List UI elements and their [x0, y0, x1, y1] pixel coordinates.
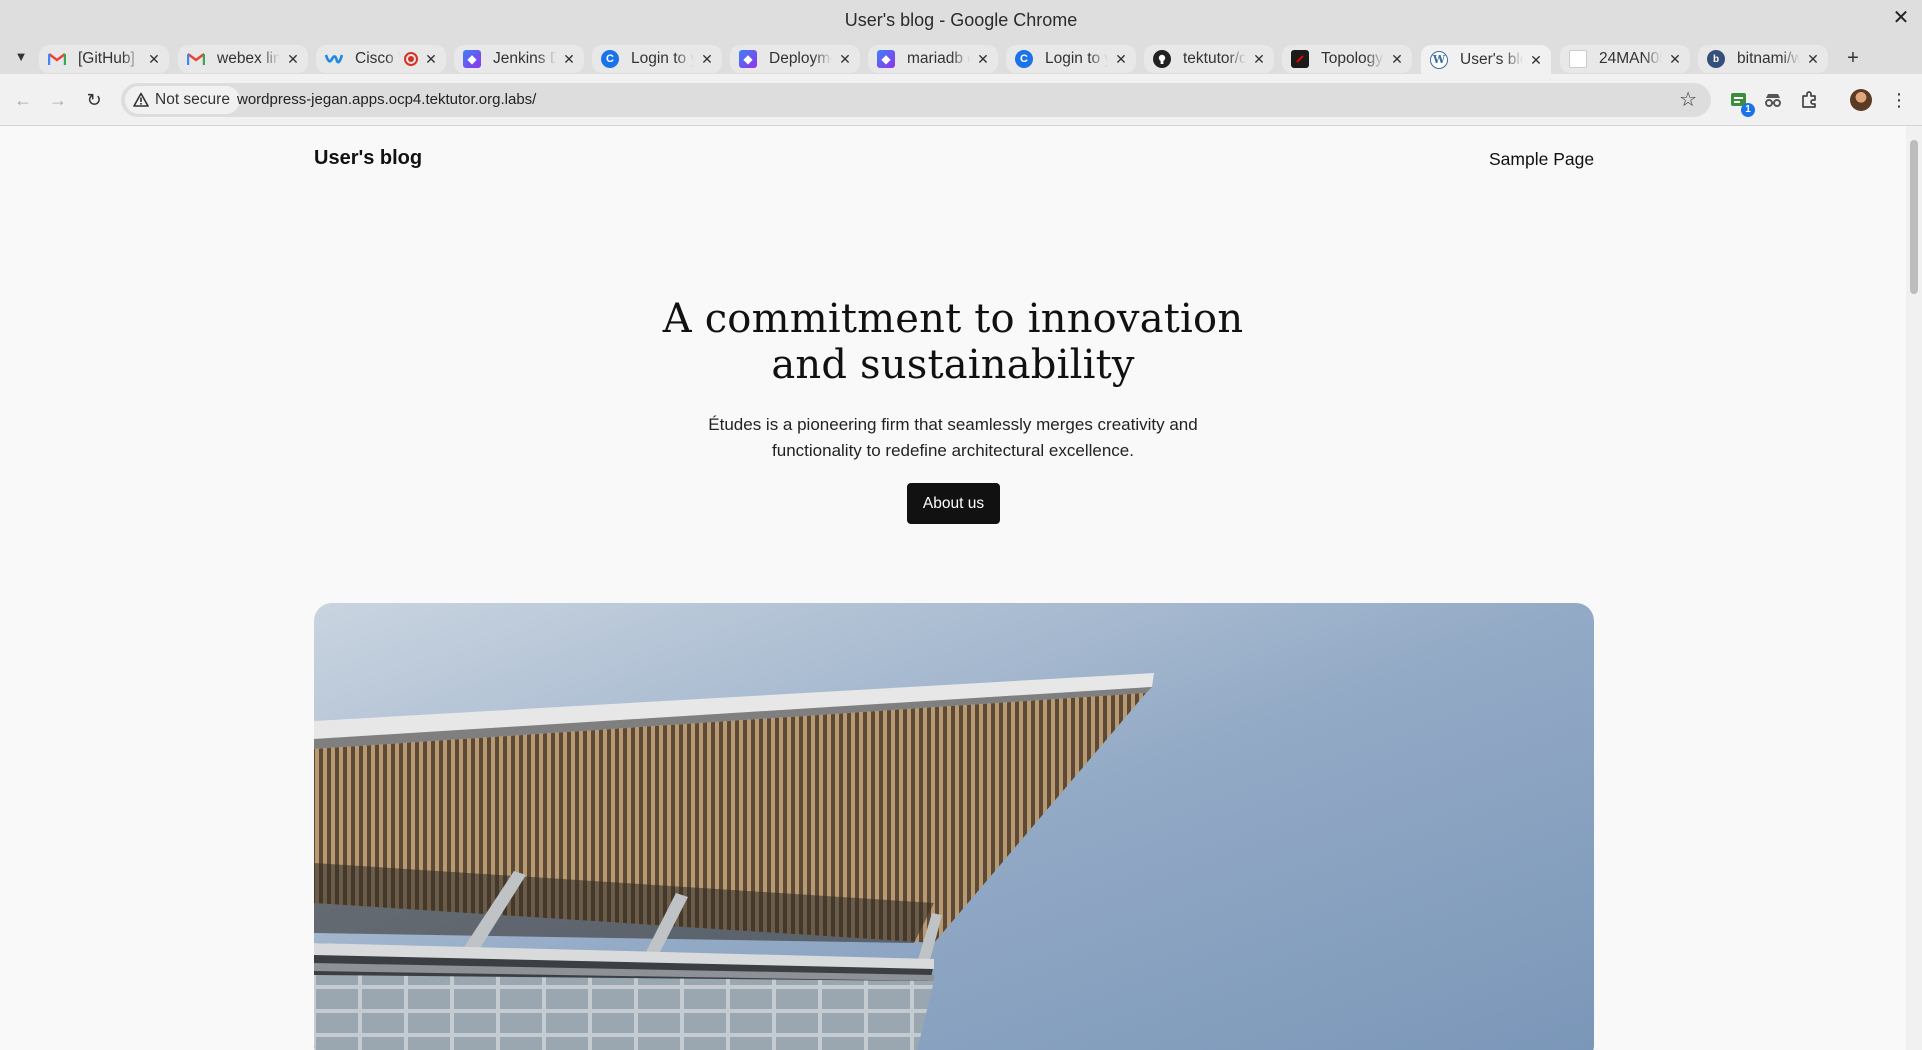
tab-label: Login to y	[631, 50, 694, 67]
tab-label: Deployme	[769, 50, 832, 67]
extension-badge: 1	[1741, 103, 1755, 117]
tab-label: [GitHub] F	[78, 50, 141, 67]
browser-toolbar: ← → ↻ Not secure wordpress-jegan.apps.oc…	[0, 74, 1922, 126]
gmail-icon	[187, 50, 205, 68]
wordpress-icon: W	[1430, 50, 1448, 69]
extension-icon[interactable]: 1	[1727, 88, 1755, 117]
mariadb-icon: ◆	[877, 50, 895, 68]
tab-label: 24MAN05	[1599, 50, 1662, 67]
hero-description-line: functionality to redefine architectural …	[772, 441, 1134, 460]
new-tab-plus-icon[interactable]: +	[1841, 47, 1865, 71]
window-close-icon[interactable]: ✕	[1890, 7, 1912, 29]
tab-close-icon[interactable]: ✕	[974, 50, 992, 68]
tab-close-icon[interactable]: ✕	[836, 50, 854, 68]
tab-label: webex link	[217, 50, 280, 67]
hero-building-image	[314, 603, 1594, 1050]
page-viewport: User's blog Sample Page A commitment to …	[0, 126, 1906, 1050]
tab-close-icon[interactable]: ✕	[1666, 50, 1684, 68]
forward-arrow-icon[interactable]: →	[45, 87, 71, 113]
tab-close-icon[interactable]: ✕	[422, 50, 440, 68]
nav-link-sample-page[interactable]: Sample Page	[1489, 149, 1594, 170]
jenkins-icon: ◆	[463, 50, 481, 68]
hero-heading-line: A commitment to innovation	[662, 296, 1244, 342]
window-titlebar: User's blog - Google Chrome ✕	[0, 0, 1922, 40]
tab-mariadb[interactable]: ◆ mariadb d ✕	[868, 45, 998, 73]
tab-close-icon[interactable]: ✕	[1804, 50, 1822, 68]
tab-jenkins[interactable]: ◆ Jenkins De ✕	[454, 45, 584, 73]
scrollbar-thumb[interactable]	[1910, 140, 1918, 294]
tab-bitnami[interactable]: b bitnami/w ✕	[1698, 45, 1828, 73]
bitnami-icon: b	[1707, 50, 1725, 68]
blank-page-icon	[1569, 50, 1587, 68]
tab-label: Topology	[1321, 50, 1384, 67]
tab-close-icon[interactable]: ✕	[145, 50, 163, 68]
tab-users-blog[interactable]: W User's blo ✕	[1421, 45, 1551, 74]
security-label: Not secure	[155, 91, 230, 108]
hero-heading-line: and sustainability	[771, 342, 1135, 388]
tab-close-icon[interactable]: ✕	[1527, 51, 1545, 69]
tab-github[interactable]: tektutor/o ✕	[1144, 45, 1274, 73]
tab-webex-mail[interactable]: webex link ✕	[178, 45, 308, 73]
openshift-icon: C	[601, 50, 619, 68]
tab-topology[interactable]: Topology ✕	[1282, 45, 1412, 73]
tab-close-icon[interactable]: ✕	[698, 50, 716, 68]
page-scrollbar[interactable]	[1906, 126, 1922, 1050]
tab-github-mail[interactable]: [GitHub] F ✕	[39, 45, 169, 73]
tab-label: Login to y	[1045, 50, 1108, 67]
tab-label: mariadb d	[907, 50, 970, 67]
hero-description-line: Études is a pioneering firm that seamles…	[708, 415, 1198, 434]
gmail-icon	[48, 50, 66, 68]
tab-label: tektutor/o	[1183, 50, 1246, 67]
tab-label: User's blo	[1460, 50, 1523, 68]
extensions-puzzle-icon[interactable]	[1797, 88, 1821, 112]
address-bar[interactable]: Not secure wordpress-jegan.apps.ocp4.tek…	[121, 83, 1711, 117]
hero-heading: A commitment to innovation and sustainab…	[553, 296, 1353, 388]
warning-triangle-icon	[133, 92, 149, 107]
tab-login-2[interactable]: C Login to y ✕	[1006, 45, 1136, 73]
avatar	[1850, 89, 1872, 111]
tab-close-icon[interactable]: ✕	[1250, 50, 1268, 68]
url-text[interactable]: wordpress-jegan.apps.ocp4.tektutor.org.l…	[237, 91, 536, 108]
about-us-button[interactable]: About us	[907, 483, 1000, 524]
tab-label: bitnami/w	[1737, 50, 1800, 67]
reload-icon[interactable]: ↻	[81, 87, 107, 113]
menu-kebab-icon[interactable]: ⋮	[1887, 88, 1911, 112]
incognito-glasses-icon[interactable]	[1761, 88, 1785, 112]
site-title[interactable]: User's blog	[314, 147, 422, 170]
topology-icon	[1291, 50, 1309, 68]
tab-strip: ▼ [GitHub] F ✕ webex link ✕ Cisco W ✕ ◆ …	[0, 40, 1922, 74]
recording-indicator-icon	[404, 52, 418, 66]
tab-close-icon[interactable]: ✕	[560, 50, 578, 68]
window-title: User's blog - Google Chrome	[844, 10, 1078, 30]
tab-label: Jenkins De	[493, 50, 556, 67]
tab-close-icon[interactable]: ✕	[1388, 50, 1406, 68]
tab-cisco-webex[interactable]: Cisco W ✕	[316, 45, 446, 73]
tab-deployment[interactable]: ◆ Deployme ✕	[730, 45, 860, 73]
tab-close-icon[interactable]: ✕	[284, 50, 302, 68]
webex-icon	[325, 50, 343, 68]
tab-label: Cisco W	[355, 50, 400, 67]
tab-close-icon[interactable]: ✕	[1112, 50, 1130, 68]
deployment-icon: ◆	[739, 50, 757, 68]
openshift-icon: C	[1015, 50, 1033, 68]
bookmark-star-icon[interactable]: ☆	[1679, 88, 1697, 112]
tab-search-chevron-icon[interactable]: ▼	[10, 46, 32, 68]
tab-login-1[interactable]: C Login to y ✕	[592, 45, 722, 73]
tab-24man05[interactable]: 24MAN05 ✕	[1560, 45, 1690, 73]
profile-avatar[interactable]	[1849, 88, 1873, 112]
security-chip[interactable]: Not secure	[125, 86, 240, 114]
back-arrow-icon[interactable]: ←	[10, 87, 36, 113]
hero-description: Études is a pioneering firm that seamles…	[653, 412, 1253, 464]
github-icon	[1153, 50, 1171, 68]
